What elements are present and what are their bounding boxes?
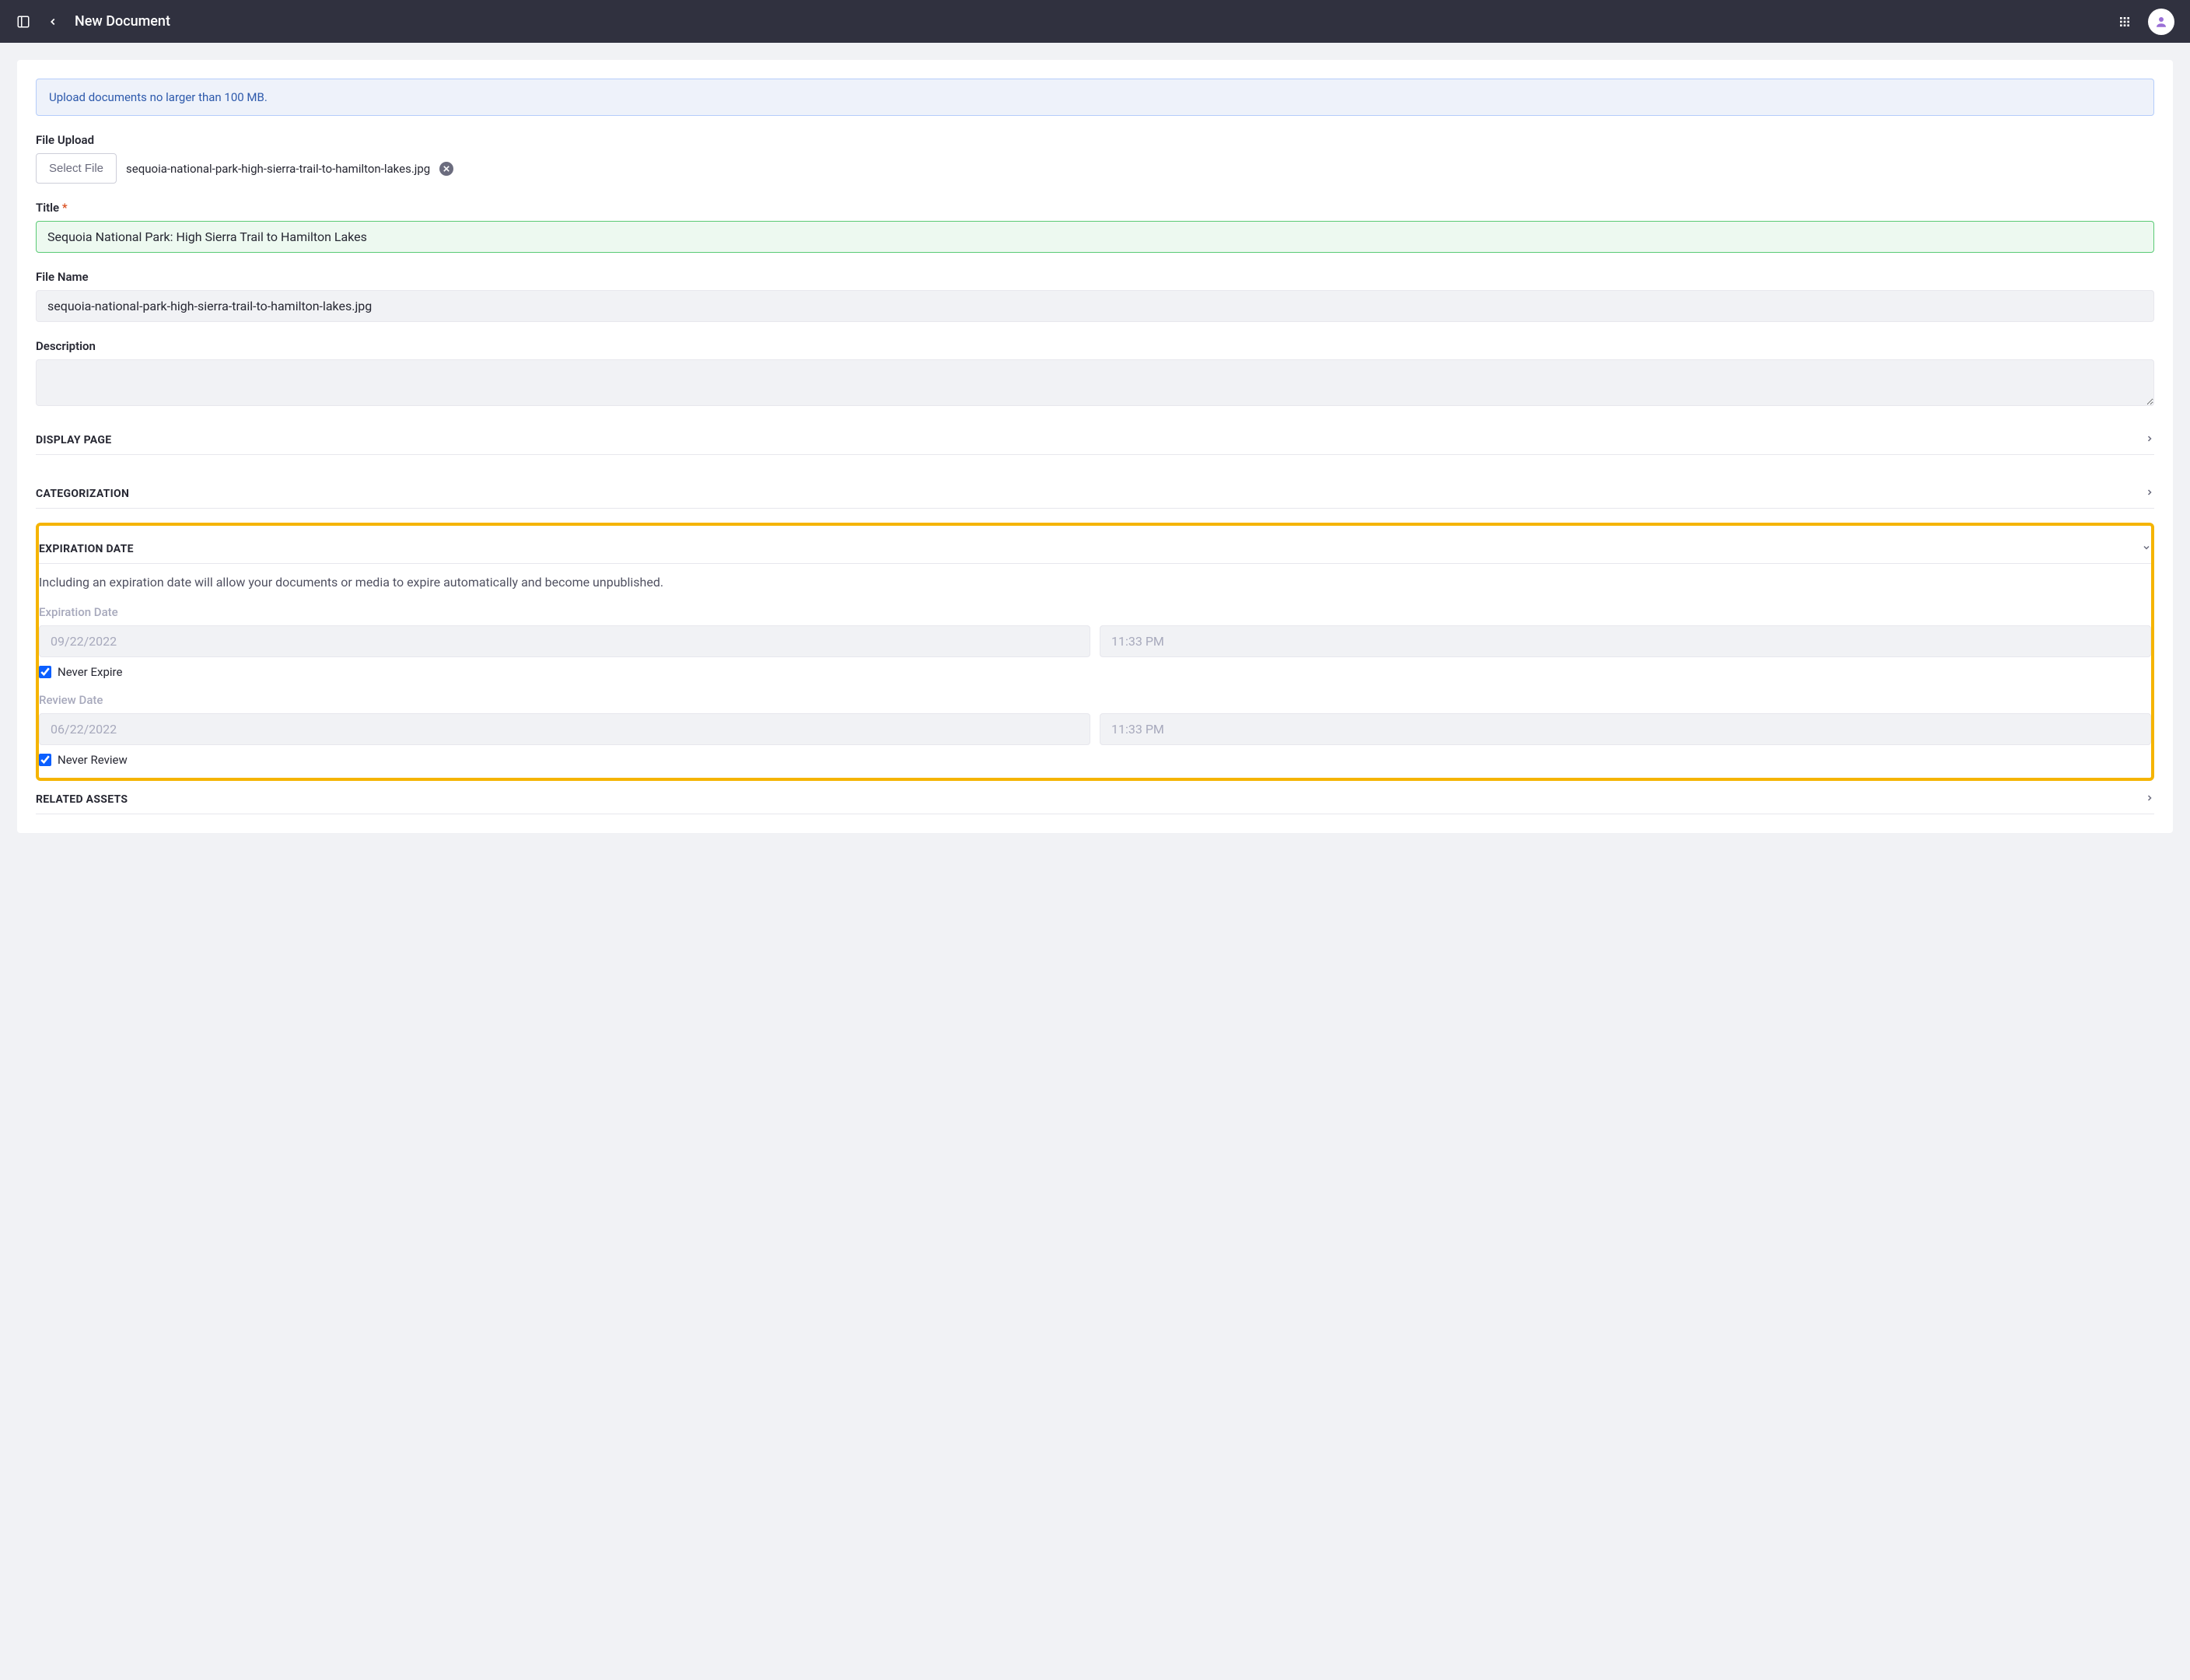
expiration-date-label: Expiration Date xyxy=(39,605,2151,619)
section-display-page-title: DISPLAY PAGE xyxy=(36,434,111,446)
main-area: Upload documents no larger than 100 MB. … xyxy=(0,43,2190,850)
info-banner: Upload documents no larger than 100 MB. xyxy=(36,79,2154,116)
avatar[interactable] xyxy=(2148,9,2174,35)
topbar-left: New Document xyxy=(16,13,170,30)
clear-file-icon[interactable] xyxy=(439,162,453,176)
never-review-label[interactable]: Never Review xyxy=(58,753,128,767)
never-review-checkbox[interactable] xyxy=(39,754,51,766)
topbar-right xyxy=(2117,9,2174,35)
section-display-page[interactable]: DISPLAY PAGE xyxy=(36,426,2154,455)
section-categorization-title: CATEGORIZATION xyxy=(36,488,129,500)
never-expire-row: Never Expire xyxy=(39,665,2151,679)
file-upload-label: File Upload xyxy=(36,133,2154,147)
section-categorization[interactable]: CATEGORIZATION xyxy=(36,480,2154,509)
filename-group: File Name xyxy=(36,270,2154,322)
title-label: Title * xyxy=(36,201,2154,215)
never-review-row: Never Review xyxy=(39,753,2151,767)
description-input[interactable] xyxy=(36,359,2154,406)
chevron-right-icon xyxy=(2145,434,2154,446)
never-expire-label[interactable]: Never Expire xyxy=(58,665,122,679)
title-input[interactable] xyxy=(36,221,2154,253)
expiration-time-input xyxy=(1100,625,2151,657)
select-file-button[interactable]: Select File xyxy=(36,153,117,184)
page-title: New Document xyxy=(75,13,170,30)
description-label: Description xyxy=(36,339,2154,353)
section-related-assets[interactable]: RELATED ASSETS xyxy=(36,786,2154,814)
review-date-input xyxy=(39,713,1090,745)
filename-label: File Name xyxy=(36,270,2154,284)
review-date-label: Review Date xyxy=(39,693,2151,707)
expiration-date-row xyxy=(39,625,2151,657)
expiration-highlight: EXPIRATION DATE Including an expiration … xyxy=(36,523,2154,781)
review-date-row xyxy=(39,713,2151,745)
back-icon[interactable] xyxy=(45,14,61,30)
title-group: Title * xyxy=(36,201,2154,253)
form-card: Upload documents no larger than 100 MB. … xyxy=(17,60,2173,833)
selected-filename: sequoia-national-park-high-sierra-trail-… xyxy=(126,162,430,176)
chevron-down-icon xyxy=(2142,543,2151,555)
expiration-description: Including an expiration date will allow … xyxy=(39,575,2151,590)
sidebar-toggle-icon[interactable] xyxy=(16,14,31,30)
topbar: New Document xyxy=(0,0,2190,43)
never-expire-checkbox[interactable] xyxy=(39,666,51,678)
apps-grid-icon[interactable] xyxy=(2117,14,2132,30)
expiration-date-input xyxy=(39,625,1090,657)
description-group: Description xyxy=(36,339,2154,409)
section-expiration[interactable]: EXPIRATION DATE xyxy=(39,535,2151,564)
file-upload-row: Select File sequoia-national-park-high-s… xyxy=(36,153,2154,184)
chevron-right-icon xyxy=(2145,793,2154,806)
section-expiration-title: EXPIRATION DATE xyxy=(39,543,134,555)
title-label-text: Title xyxy=(36,201,59,215)
filename-input[interactable] xyxy=(36,290,2154,322)
review-time-input xyxy=(1100,713,2151,745)
section-related-assets-title: RELATED ASSETS xyxy=(36,793,128,806)
chevron-right-icon xyxy=(2145,488,2154,500)
required-mark: * xyxy=(62,201,68,215)
